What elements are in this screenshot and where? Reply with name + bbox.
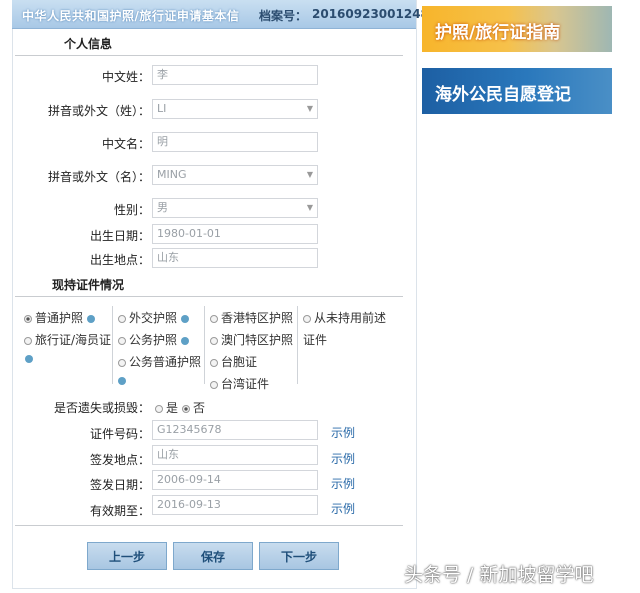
birth-date-label: 出生日期： xyxy=(89,229,150,243)
option-label: 外交护照 xyxy=(129,311,178,325)
info-icon[interactable] xyxy=(25,355,33,363)
surname-cn-input[interactable]: 李 xyxy=(152,65,318,85)
option-label: 台湾证件 xyxy=(221,377,270,391)
issue-place-input[interactable]: 山东 xyxy=(152,445,318,465)
gender-value: 男 xyxy=(157,201,168,214)
passport-guide-banner[interactable]: 护照/旅行证指南 xyxy=(422,6,612,52)
option-label: 公务护照 xyxy=(129,333,178,347)
gender-label: 性别： xyxy=(113,203,150,217)
birth-place-label: 出生地点： xyxy=(89,253,150,267)
surname-pinyin-select[interactable]: LI ▼ xyxy=(152,99,318,119)
divider xyxy=(15,55,403,56)
cert-number-example-link[interactable]: 示例 xyxy=(331,424,355,441)
radio[interactable] xyxy=(210,314,218,323)
given-name-cn-label: 中文名： xyxy=(101,137,150,151)
birth-place-input[interactable]: 山东 xyxy=(152,248,318,268)
issue-place-label: 签发地点： xyxy=(89,453,150,467)
lost-no-option[interactable]: 否 xyxy=(182,399,205,416)
option-taiwan-compatriot[interactable]: 台胞证 xyxy=(210,353,257,370)
radio[interactable] xyxy=(210,380,218,389)
issue-date-label: 签发日期： xyxy=(89,478,150,492)
radio[interactable] xyxy=(118,336,126,345)
passport-guide-banner-text: 护照/旅行证指南 xyxy=(435,23,561,43)
option-travel-permit[interactable]: 旅行证/海员证 xyxy=(24,331,111,348)
surname-pinyin-label: 拼音或外文（姓）： xyxy=(47,104,150,118)
option-never-held-continued: 证件 xyxy=(303,333,328,347)
issue-date-example-link[interactable]: 示例 xyxy=(331,475,355,492)
option-ordinary-passport[interactable]: 普通护照 xyxy=(24,309,95,326)
radio[interactable] xyxy=(118,314,126,323)
overseas-registration-banner[interactable]: 海外公民自愿登记 xyxy=(422,68,612,114)
issue-place-example-link[interactable]: 示例 xyxy=(331,450,355,467)
issue-date-input[interactable]: 2006-09-14 xyxy=(152,470,318,490)
birth-date-input[interactable]: 1980-01-01 xyxy=(152,224,318,244)
form-header: 中华人民共和国护照/旅行证申请基本信 档案号： 201609230012485 xyxy=(12,0,437,29)
surname-pinyin-value: LI xyxy=(157,102,167,115)
option-diplomatic-passport[interactable]: 外交护照 xyxy=(118,309,189,326)
info-icon[interactable] xyxy=(118,377,126,385)
cert-number-label: 证件号码： xyxy=(89,427,150,441)
given-name-pinyin-value: MING xyxy=(157,168,187,181)
surname-cn-label: 中文姓： xyxy=(101,70,150,84)
save-button[interactable]: 保存 xyxy=(173,542,253,570)
option-hk-passport[interactable]: 香港特区护照 xyxy=(210,309,293,326)
option-label: 从未持用前述 xyxy=(314,311,387,325)
divider xyxy=(15,525,403,526)
radio[interactable] xyxy=(210,336,218,345)
lost-yes-label: 是 xyxy=(166,401,179,415)
option-label: 普通护照 xyxy=(35,311,84,325)
option-label: 旅行证/海员证 xyxy=(35,333,112,347)
radio[interactable] xyxy=(303,314,311,323)
option-taiwan-document[interactable]: 台湾证件 xyxy=(210,375,269,392)
given-name-pinyin-label: 拼音或外文（名）： xyxy=(47,170,150,184)
lost-label: 是否遗失或损毁： xyxy=(53,401,150,415)
documents-title: 现持证件情况 xyxy=(52,278,125,292)
personal-info-title: 个人信息 xyxy=(64,37,113,51)
divider xyxy=(15,296,403,297)
option-label: 澳门特区护照 xyxy=(221,333,294,347)
radio[interactable] xyxy=(118,358,126,367)
option-divider xyxy=(297,306,298,384)
lost-no-label: 否 xyxy=(193,401,206,415)
watermark: 头条号 / 新加坡留学吧 xyxy=(404,564,594,586)
dropdown-arrow-icon: ▼ xyxy=(306,104,313,113)
option-service-passport[interactable]: 公务护照 xyxy=(118,331,189,348)
option-label: 公务普通护照 xyxy=(129,355,202,369)
radio-selected[interactable] xyxy=(182,404,190,413)
expiry-date-example-link[interactable]: 示例 xyxy=(331,500,355,517)
info-icon[interactable] xyxy=(180,336,189,345)
prev-step-button[interactable]: 上一步 xyxy=(87,542,167,570)
case-number-label: 档案号： xyxy=(259,9,308,23)
overseas-registration-banner-text: 海外公民自愿登记 xyxy=(435,85,571,105)
cert-number-input[interactable]: G12345678 xyxy=(152,420,318,440)
radio[interactable] xyxy=(24,336,32,345)
case-number: 201609230012485 xyxy=(312,7,438,21)
info-icon[interactable] xyxy=(86,314,95,323)
dropdown-arrow-icon: ▼ xyxy=(306,203,313,212)
form-title: 中华人民共和国护照/旅行证申请基本信 xyxy=(22,9,240,23)
next-step-button[interactable]: 下一步 xyxy=(259,542,339,570)
radio[interactable] xyxy=(155,404,163,413)
expiry-date-input[interactable]: 2016-09-13 xyxy=(152,495,318,515)
radio[interactable] xyxy=(210,358,218,367)
given-name-cn-input[interactable]: 明 xyxy=(152,132,318,152)
lost-yes-option[interactable]: 是 xyxy=(155,399,178,416)
option-divider xyxy=(112,306,113,384)
dropdown-arrow-icon: ▼ xyxy=(306,170,313,179)
radio-selected[interactable] xyxy=(24,314,32,323)
option-never-held[interactable]: 从未持用前述 xyxy=(303,309,386,326)
expiry-date-label: 有效期至： xyxy=(89,504,150,518)
option-macau-passport[interactable]: 澳门特区护照 xyxy=(210,331,293,348)
option-public-affairs-passport[interactable]: 公务普通护照 xyxy=(118,353,201,370)
option-label: 香港特区护照 xyxy=(221,311,294,325)
option-divider xyxy=(204,306,205,384)
info-icon[interactable] xyxy=(180,314,189,323)
gender-select[interactable]: 男 ▼ xyxy=(152,198,318,218)
option-label: 台胞证 xyxy=(221,355,258,369)
given-name-pinyin-select[interactable]: MING ▼ xyxy=(152,165,318,185)
